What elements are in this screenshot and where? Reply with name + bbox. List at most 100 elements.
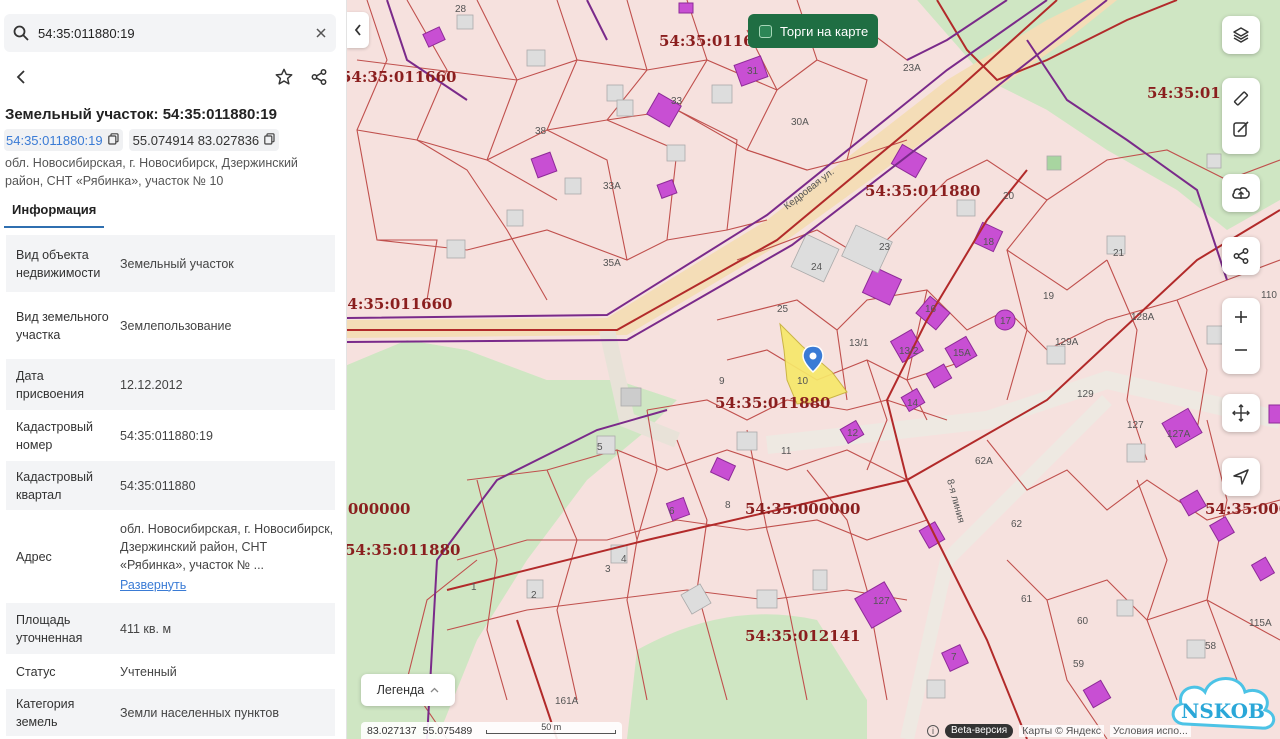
row-key: Статус: [16, 664, 56, 679]
quarter-label: 54:35:0116: [659, 32, 754, 50]
parcel-number: 38: [535, 126, 547, 137]
parcel-number: 6: [669, 506, 675, 517]
table-row: Кадастровый номер 54:35:011880:19: [6, 410, 335, 460]
parcel-number: 128А: [1131, 312, 1155, 323]
star-icon[interactable]: [271, 64, 297, 90]
parcel-number: 14: [907, 398, 919, 409]
table-row: Вид земельного участка Землепользование: [6, 292, 335, 358]
row-value: 12.12.2012: [120, 377, 183, 392]
row-value: 54:35:011880: [120, 478, 196, 493]
cursor-coordinates: 83.027137 55.075489 50 m: [361, 722, 623, 739]
row-key: Категория земель: [16, 696, 75, 729]
zoom-out-icon[interactable]: [1234, 343, 1248, 362]
parcel-number: 13/1: [849, 338, 869, 349]
coords-value: 55.074914 83.027836: [132, 132, 260, 148]
expand-link[interactable]: Развернуть: [120, 576, 186, 594]
parcel-number: 17: [1000, 316, 1012, 327]
parcel-number: 59: [1073, 659, 1085, 670]
checkbox-icon[interactable]: [759, 24, 772, 38]
move-icon: [1232, 404, 1250, 422]
parcel-number: 23: [879, 242, 891, 253]
chevron-left-icon: [354, 24, 361, 36]
auction-label: Торги на карте: [780, 23, 869, 39]
table-row: Площадь уточненная 411 кв. м: [6, 602, 335, 654]
row-value: Учтенный: [120, 664, 177, 679]
pan-button[interactable]: [1222, 394, 1260, 432]
parcel-number: 129А: [1055, 337, 1079, 348]
geolocation-button[interactable]: [1222, 458, 1260, 496]
auction-toggle[interactable]: Торги на карте: [748, 14, 878, 48]
cadastral-number[interactable]: 54:35:011880:19: [6, 133, 103, 148]
parcel-number: 60: [1077, 616, 1089, 627]
parcel-number: 12: [847, 428, 859, 439]
parcel-number: 1: [471, 582, 477, 593]
table-row: Вид объекта недвижимости Земельный участ…: [6, 234, 335, 292]
parcel-number: 15А: [953, 348, 971, 359]
upload-button[interactable]: [1222, 174, 1260, 212]
copy-icon[interactable]: [264, 132, 275, 148]
search-input[interactable]: [38, 18, 306, 48]
parcel-number: 21: [1113, 248, 1125, 259]
parcel-number: 161А: [555, 696, 579, 707]
share-icon: [1233, 248, 1249, 264]
object-address: обл. Новосибирская, г. Новосибирск, Дзер…: [5, 156, 298, 188]
quarter-label: 54:35:011880: [347, 541, 460, 559]
beta-badge: Beta-версия: [945, 723, 1014, 738]
row-key: Вид земельного участка: [16, 309, 109, 342]
copy-icon[interactable]: [107, 132, 119, 148]
row-key: Площадь уточненная: [16, 612, 83, 645]
quarter-label: 54:35:011880: [715, 394, 830, 412]
zoom-in-icon[interactable]: [1234, 310, 1248, 329]
parcel-number: 28: [455, 4, 467, 15]
parcel-number: 62: [1011, 519, 1023, 530]
info-icon[interactable]: i: [927, 724, 939, 737]
parcel-number: 35А: [603, 258, 621, 269]
row-key: Дата присвоения: [16, 368, 85, 401]
parcel-number: 129: [1077, 389, 1094, 400]
ruler-icon[interactable]: [1232, 89, 1250, 112]
parcel-number: 127: [1127, 420, 1144, 431]
parcel-number: 127А: [1167, 429, 1191, 440]
row-key: Кадастровый квартал: [16, 469, 93, 502]
edit-icon[interactable]: [1232, 120, 1250, 143]
quarter-label: 54:35:011880: [865, 182, 980, 200]
row-value: Земельный участок: [120, 256, 234, 271]
quarter-label: 54:35:011660: [347, 68, 456, 86]
panel-toolbar: [0, 60, 346, 94]
layers-button[interactable]: [1222, 16, 1260, 54]
quarter-label: 54:35:01: [1147, 84, 1221, 102]
row-value: 54:35:011880:19: [120, 428, 213, 443]
map-attribution: i Beta-версия Карты © Яндекс Условия исп…: [927, 722, 1191, 739]
quarter-label: 54:35:012141: [745, 627, 860, 645]
parcel-number: 9: [719, 376, 725, 387]
share-map-button[interactable]: [1222, 237, 1260, 275]
back-icon[interactable]: [8, 64, 34, 90]
parcel-number: 58: [1205, 641, 1217, 652]
quarter-label: 54:35:000000: [745, 500, 860, 518]
scale-bar: 50 m: [486, 722, 617, 734]
parcel-number: 7: [951, 652, 957, 663]
parcel-number: 20: [1003, 191, 1015, 202]
cloud-upload-icon: [1232, 187, 1250, 199]
search-bar: [4, 14, 336, 52]
cursor-lat: 55.075489: [422, 724, 473, 737]
nskob-logo: NSKOB: [1171, 677, 1276, 730]
share-icon[interactable]: [306, 64, 332, 90]
clear-icon[interactable]: [306, 14, 336, 52]
cadastral-chip[interactable]: 54:35:011880:19: [4, 129, 123, 151]
parcel-number: 2: [531, 590, 537, 601]
search-icon: [4, 14, 38, 52]
object-chips: 54:35:011880:19 55.074914 83.027836: [4, 129, 280, 151]
parcel-number: 115А: [1249, 618, 1272, 629]
parcel-number: 4: [621, 554, 627, 565]
parcel-number: 8: [725, 500, 731, 511]
parcel-number: 19: [1043, 291, 1055, 302]
cadastral-map[interactable]: Кедровая ул. 8-я линия 54:35:011880 54:3…: [347, 0, 1280, 739]
tab-info[interactable]: Информация: [4, 196, 105, 228]
legend-button[interactable]: Легенда: [361, 674, 455, 706]
collapse-panel-button[interactable]: [347, 12, 369, 48]
attribution-text[interactable]: Карты © Яндекс: [1019, 724, 1105, 737]
map-canvas[interactable]: Кедровая ул. 8-я линия 54:35:011880 54:3…: [347, 0, 1280, 739]
parcel-number: 13/2: [899, 346, 919, 357]
coords-chip[interactable]: 55.074914 83.027836: [128, 129, 280, 151]
